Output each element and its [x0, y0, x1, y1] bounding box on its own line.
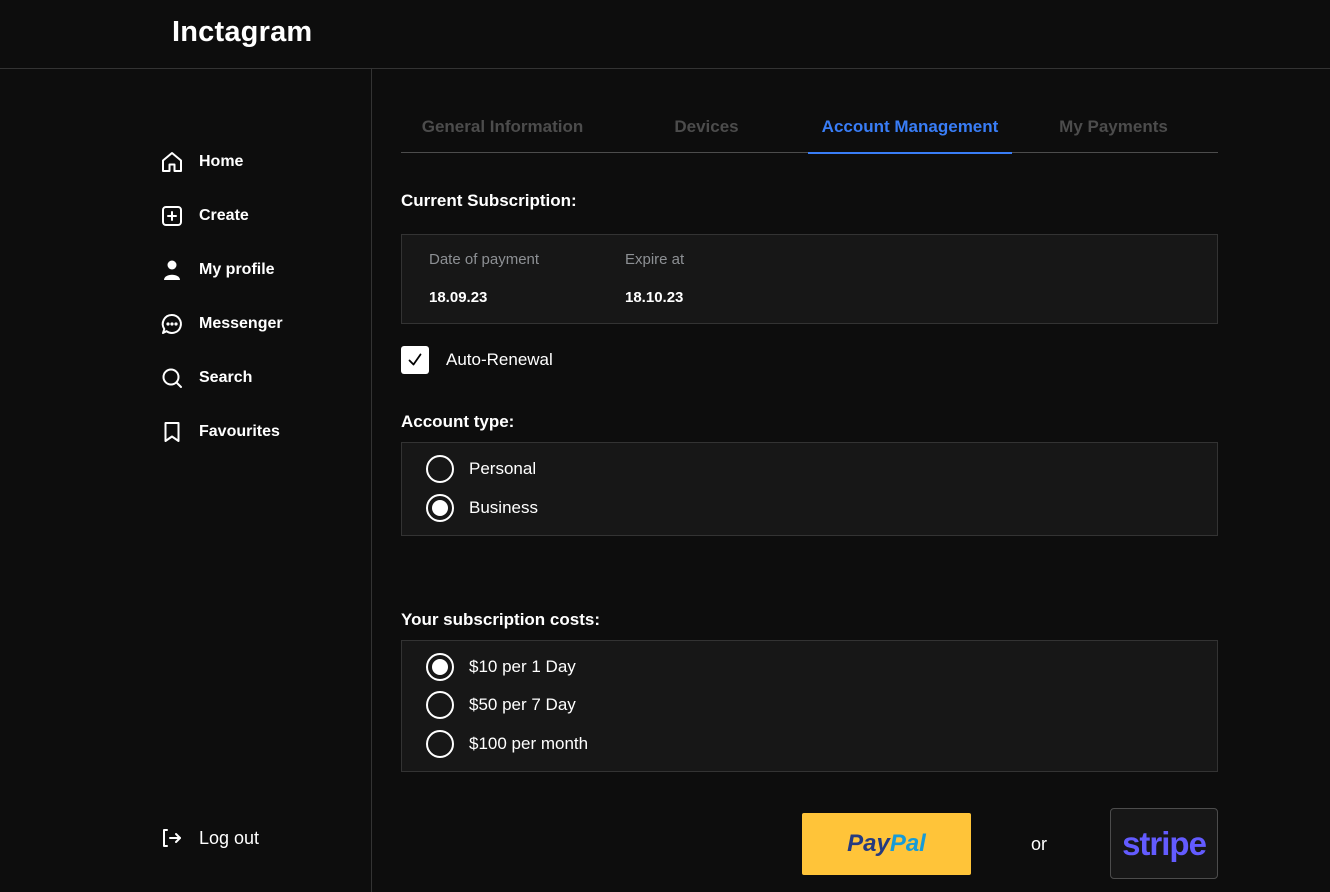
radio-label: $10 per 1 Day	[469, 657, 576, 676]
log-out-icon	[160, 826, 184, 850]
radio-selected-dot	[432, 659, 448, 675]
plus-square-icon	[160, 204, 184, 228]
date-of-payment-value: 18.09.23	[429, 289, 488, 306]
auto-renewal-checkbox[interactable]	[401, 346, 429, 374]
payment-or-label: or	[1031, 834, 1048, 854]
sidebar-item-label: My profile	[199, 261, 275, 278]
auto-renewal-label: Auto-Renewal	[446, 350, 553, 369]
search-icon	[160, 366, 184, 390]
subscription-costs-title: Your subscription costs:	[401, 610, 600, 629]
sidebar-item-home[interactable]: Home	[160, 148, 243, 176]
sidebar-item-favourites[interactable]: Favourites	[160, 418, 280, 446]
tab-general-information[interactable]: General Information	[401, 108, 604, 152]
expire-at-label: Expire at	[625, 251, 685, 268]
app-logo[interactable]: Inctagram	[172, 16, 312, 49]
date-of-payment-label: Date of payment	[429, 251, 540, 268]
cost-option-7-day[interactable]: $50 per 7 Day	[426, 689, 576, 721]
current-subscription-title: Current Subscription:	[401, 191, 577, 210]
paypal-logo-pal: Pal	[889, 830, 926, 857]
radio-month[interactable]	[426, 730, 454, 758]
account-type-personal[interactable]: Personal	[426, 453, 536, 485]
logout-label: Log out	[199, 827, 260, 848]
radio-label: $100 per month	[469, 734, 589, 753]
radio-7-day[interactable]	[426, 691, 454, 719]
tab-account-management[interactable]: Account Management	[808, 108, 1012, 154]
sidebar-item-label: Favourites	[199, 423, 280, 440]
sidebar: Home Create My profile Messenger Search …	[0, 69, 372, 892]
account-type-options: Personal Business	[401, 442, 1218, 536]
message-circle-icon	[160, 312, 184, 336]
stripe-logo: stripe	[1122, 824, 1207, 862]
sidebar-item-label: Messenger	[199, 315, 283, 332]
settings-tabs: General Information Devices Account Mana…	[401, 108, 1218, 154]
paypal-logo-pay: Pay	[847, 830, 890, 857]
paypal-button[interactable]: Pay Pal	[802, 813, 971, 875]
sidebar-item-label: Search	[199, 369, 253, 386]
sidebar-item-my-profile[interactable]: My profile	[160, 256, 275, 284]
person-icon	[160, 258, 184, 282]
app-header: Inctagram	[0, 0, 1330, 69]
tab-my-payments[interactable]: My Payments	[1012, 108, 1215, 152]
sidebar-item-messenger[interactable]: Messenger	[160, 310, 283, 338]
radio-label: $50 per 7 Day	[469, 695, 576, 714]
sidebar-item-search[interactable]: Search	[160, 364, 252, 392]
home-icon	[160, 150, 184, 174]
checkmark-icon	[408, 353, 422, 366]
sidebar-item-create[interactable]: Create	[160, 202, 249, 230]
sidebar-item-label: Create	[199, 207, 249, 224]
cost-option-month[interactable]: $100 per month	[426, 728, 588, 760]
radio-business[interactable]	[426, 494, 454, 522]
radio-label: Business	[469, 498, 538, 517]
radio-label: Personal	[469, 459, 537, 478]
tab-devices[interactable]: Devices	[605, 108, 808, 152]
bookmark-icon	[160, 420, 184, 444]
subscription-costs-options: $10 per 1 Day $50 per 7 Day $100 per mon…	[401, 640, 1218, 772]
sidebar-item-label: Home	[199, 153, 244, 170]
radio-1-day[interactable]	[426, 653, 454, 681]
account-type-title: Account type:	[401, 412, 515, 431]
radio-selected-dot	[432, 500, 448, 516]
cost-option-1-day[interactable]: $10 per 1 Day	[426, 651, 576, 683]
stripe-button[interactable]: stripe	[1110, 808, 1218, 879]
subscription-info-box: Date of payment 18.09.23 Expire at 18.10…	[401, 234, 1218, 324]
logout-button[interactable]: Log out	[160, 824, 259, 852]
account-type-business[interactable]: Business	[426, 492, 538, 524]
expire-at-value: 18.10.23	[625, 289, 684, 306]
radio-personal[interactable]	[426, 455, 454, 483]
